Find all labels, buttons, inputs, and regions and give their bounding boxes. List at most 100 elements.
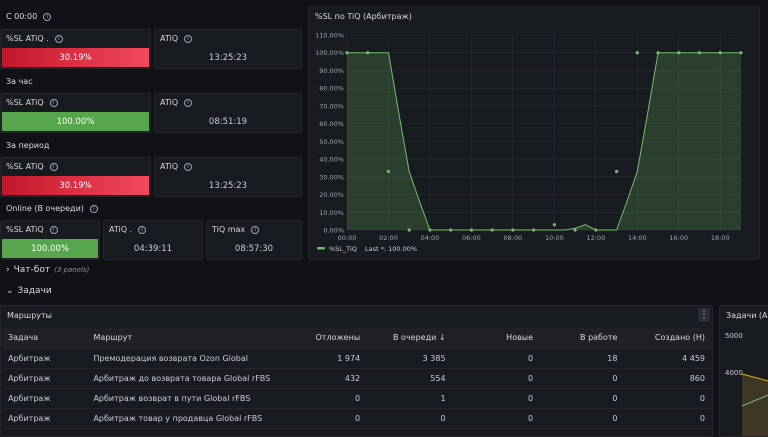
stat-sl-atiq-4: %SL ATiQ i 100.00% <box>0 220 100 260</box>
stat-sl-atiq-2: %SL ATiQ i 100.00% <box>0 93 151 133</box>
tasks-chart-panel: Задачи (Ар 5000 4000 <box>719 305 768 437</box>
info-icon[interactable]: i <box>184 98 193 107</box>
sl-tiq-chart: 110.00% 100.00% 90.00% 80.00% 70.00% 60.00% 50… <box>315 32 743 253</box>
table-row[interactable]: Арбитраж Арбитраж товар у продавца Globa… <box>2 408 711 429</box>
info-icon[interactable]: i <box>49 162 58 171</box>
cell-in-work: 18 <box>539 348 624 369</box>
stat-title: %SL ATiQ <box>6 98 44 107</box>
col-header-in-queue[interactable]: В очереди ↓ <box>366 328 452 349</box>
section-period: За период <box>6 141 49 150</box>
panel-menu-icon[interactable]: ⋮ <box>698 308 710 322</box>
stat-value: 30.19% <box>2 48 149 67</box>
section-since-midnight: С 00:00 i <box>6 12 52 21</box>
y-tick-label: 80.00% <box>319 85 344 93</box>
col-header-new[interactable]: Новые <box>451 328 540 349</box>
cell-in-work: 0 <box>539 388 624 409</box>
section-last-hour: За час <box>6 77 33 86</box>
data-point <box>718 51 722 55</box>
data-point <box>697 51 702 55</box>
col-header-created[interactable]: Создано (Н) <box>623 328 711 349</box>
cell-in-work: 0 <box>539 408 624 429</box>
y-tick-label: 50.00% <box>319 138 344 146</box>
y-tick-label: 20.00% <box>319 191 344 199</box>
stat-sl-atiq-1: %SL ATiQ . i 30.19% <box>0 29 151 69</box>
stat-atiq-3: ATiQ i 13:25:23 <box>154 157 302 197</box>
cell-task: Арбитраж <box>2 408 88 429</box>
cell-deferred: 1 974 <box>301 348 367 369</box>
section-label-text: С 00:00 <box>6 12 38 21</box>
row-title: Задачи <box>17 286 52 296</box>
col-header-task[interactable]: Задача <box>2 328 88 349</box>
stat-value: 30.19% <box>2 176 149 195</box>
section-label-text: За период <box>6 141 50 150</box>
table-header-row: Задача Маршрут Отложены В очереди ↓ Новы… <box>2 328 711 349</box>
cell-in-queue: 3 385 <box>366 348 452 369</box>
routes-panel: Маршруты ⋮ Задача Маршрут Отложены В оче… <box>0 305 713 437</box>
info-icon[interactable]: i <box>89 204 98 213</box>
cell-in-work: 0 <box>539 368 624 389</box>
cell-route: Арбитраж товар у продавца Global rFBS <box>87 408 302 429</box>
data-point <box>407 228 411 232</box>
stat-title: ATiQ <box>160 34 179 43</box>
cell-deferred: 0 <box>301 388 367 409</box>
x-tick-label: 00:00 <box>338 234 357 242</box>
x-tick-label: 16:00 <box>669 234 688 242</box>
row-tasks[interactable]: ⌄ Задачи <box>6 286 52 296</box>
cell-in-queue: 554 <box>366 368 452 389</box>
cell-deferred: 0 <box>301 408 367 429</box>
x-tick-label: 04:00 <box>421 234 440 242</box>
data-point <box>511 228 515 232</box>
row-panel-count: (3 panels) <box>54 266 90 274</box>
info-icon[interactable]: i <box>138 225 147 234</box>
info-icon[interactable]: i <box>184 162 193 171</box>
cell-in-queue: 0 <box>366 408 452 429</box>
info-icon[interactable]: i <box>49 98 58 107</box>
row-chat-bot[interactable]: › Чат-бот (3 panels) <box>6 265 89 275</box>
cell-new: 0 <box>451 408 540 429</box>
col-header-route[interactable]: Маршрут <box>87 328 302 349</box>
col-header-deferred[interactable]: Отложены <box>301 328 367 349</box>
data-point <box>656 51 660 55</box>
stat-sl-atiq-3: %SL ATiQ i 30.19% <box>0 157 151 197</box>
cell-route: Арбитраж до возврата товара Global rFBS <box>87 368 302 389</box>
legend-last-value: Last *: 100.00% <box>365 245 417 253</box>
data-point <box>552 223 556 227</box>
info-icon[interactable]: i <box>54 34 63 43</box>
stat-title: ATiQ <box>160 98 179 107</box>
table-row[interactable]: Арбитраж Премодерация возврата Ozon Glob… <box>2 348 711 369</box>
data-point <box>366 51 370 55</box>
x-tick-label: 12:00 <box>586 234 605 242</box>
stat-value: 100.00% <box>2 239 98 258</box>
cell-new: 0 <box>451 368 540 389</box>
data-point <box>532 228 536 232</box>
table-row[interactable]: Арбитраж Арбитраж возврат в пути Global … <box>2 388 711 409</box>
data-point <box>428 228 432 232</box>
y-tick-label: 40.00% <box>319 156 344 164</box>
stat-atiq-2: ATiQ i 08:51:19 <box>154 93 302 133</box>
series-area <box>742 374 768 436</box>
tasks-mini-chart <box>741 373 768 436</box>
y-tick-label: 10.00% <box>319 209 344 217</box>
data-point <box>449 228 453 232</box>
cell-created: 0 <box>623 408 711 429</box>
routes-table: Задача Маршрут Отложены В очереди ↓ Новы… <box>2 328 711 429</box>
stat-value: 13:25:23 <box>208 52 248 63</box>
data-point <box>614 169 619 174</box>
info-icon[interactable]: i <box>184 34 193 43</box>
stat-title: ATiQ . <box>109 225 133 234</box>
table-row[interactable]: Арбитраж Арбитраж до возврата товара Glo… <box>2 368 711 389</box>
y-tick-label: 60.00% <box>319 120 344 128</box>
info-icon[interactable]: i <box>49 225 58 234</box>
col-header-in-work[interactable]: В работе <box>539 328 624 349</box>
info-icon[interactable]: i <box>43 12 52 21</box>
section-label-text: Online (В очереди) <box>6 204 84 213</box>
data-point <box>490 228 494 232</box>
sl-tiq-chart-panel: %SL по TiQ (Арбитраж) 110.00% 100.00% 90.0… <box>308 6 760 260</box>
info-icon[interactable]: i <box>251 225 260 234</box>
cell-created: 0 <box>623 388 711 409</box>
y-tick-label: 100.00% <box>315 49 344 57</box>
cell-route: Премодерация возврата Ozon Global <box>87 348 302 369</box>
stat-atiq-1: ATiQ i 13:25:23 <box>154 29 302 69</box>
x-tick-label: 10:00 <box>545 234 564 242</box>
chevron-down-icon: ⌄ <box>6 286 14 296</box>
